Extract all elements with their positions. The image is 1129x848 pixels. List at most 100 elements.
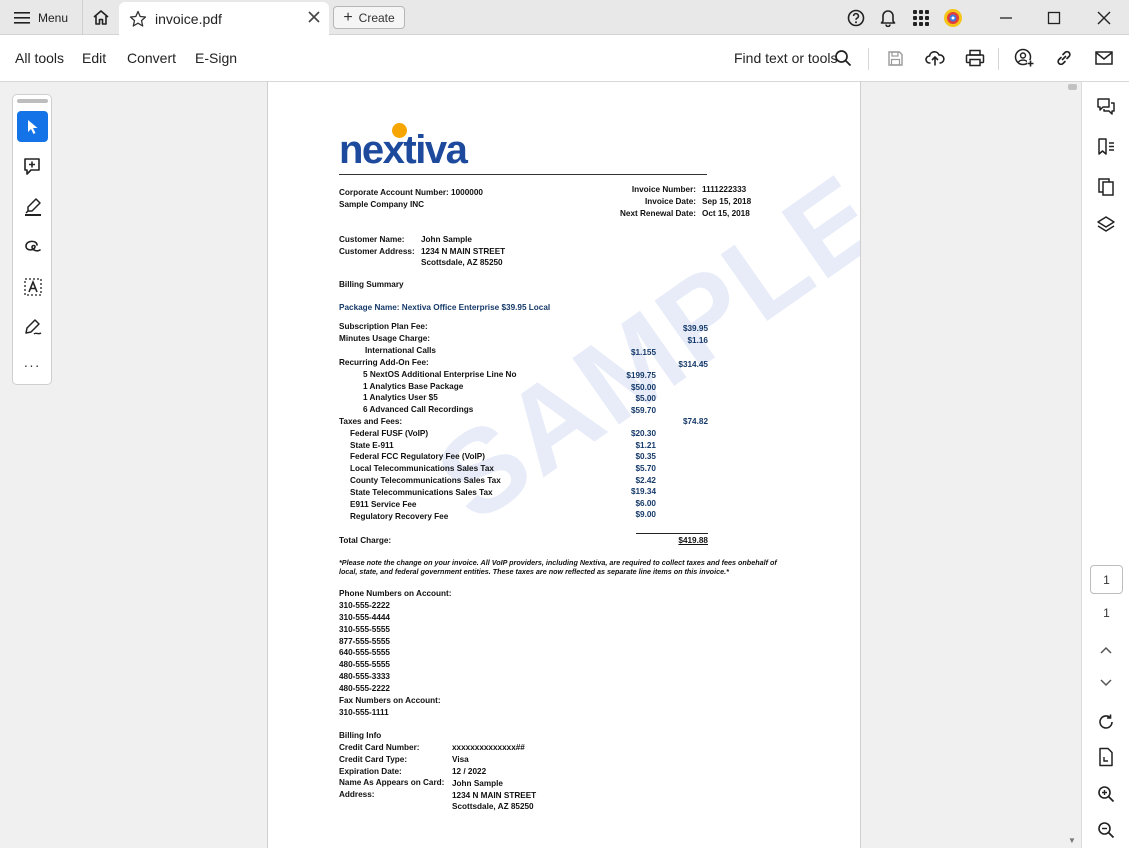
current-page-input[interactable]: 1 xyxy=(1090,565,1123,594)
add-user-icon xyxy=(1014,48,1034,67)
billing-info-value: Scottsdale, AZ 85250 xyxy=(452,802,534,811)
home-button[interactable] xyxy=(82,0,118,35)
header-rule xyxy=(339,174,707,175)
search-button[interactable] xyxy=(828,43,858,73)
select-tool-button[interactable] xyxy=(17,111,48,142)
charge-sub: $19.34 xyxy=(630,487,656,496)
charge-label: E911 Service Fee xyxy=(350,500,417,509)
next-page-button[interactable] xyxy=(1091,668,1121,698)
charge-sub: $5.70 xyxy=(635,464,657,473)
charge-sub: $199.75 xyxy=(626,371,656,380)
toolbar-divider xyxy=(998,48,999,70)
minimize-icon xyxy=(1000,16,1012,19)
create-button[interactable]: + Create xyxy=(333,6,405,29)
save-button[interactable] xyxy=(880,43,910,73)
more-tools-icon[interactable]: ··· xyxy=(13,357,51,373)
previous-page-button[interactable] xyxy=(1091,635,1121,665)
charge-label: Federal FUSF (VoIP) xyxy=(350,429,429,438)
charge-total: $314.45 xyxy=(678,360,708,369)
draw-tool-button[interactable] xyxy=(17,231,48,262)
menu-edit[interactable]: Edit xyxy=(82,35,106,82)
charge-sub: $1.21 xyxy=(635,441,657,450)
customer-address-line1: 1234 N MAIN STREET xyxy=(421,247,506,256)
upload-cloud-button[interactable] xyxy=(920,43,950,73)
plus-icon: + xyxy=(343,8,353,26)
charge-total: $1.16 xyxy=(687,336,709,345)
billing-info-value: 1234 N MAIN STREET xyxy=(452,791,537,800)
fax-number: 310-555-1111 xyxy=(339,708,389,717)
avatar-icon xyxy=(944,8,962,27)
phone-number: 877-555-5555 xyxy=(339,637,390,646)
maximize-button[interactable] xyxy=(1038,0,1070,35)
page-fit-icon xyxy=(1099,747,1113,767)
billing-info-label: Address: xyxy=(339,790,375,799)
right-sidebar: 1 1 xyxy=(1081,82,1129,848)
charge-label: Local Telecommunications Sales Tax xyxy=(350,464,494,473)
help-button[interactable] xyxy=(840,0,872,35)
zoom-in-button[interactable] xyxy=(1091,779,1121,809)
scroll-down-arrow-icon[interactable]: ▼ xyxy=(1068,836,1076,845)
menu-button[interactable]: Menu xyxy=(0,0,82,35)
text-box-tool-button[interactable] xyxy=(17,271,48,302)
print-button[interactable] xyxy=(960,43,990,73)
notifications-button[interactable] xyxy=(872,0,904,35)
menu-convert[interactable]: Convert xyxy=(127,35,176,82)
zoom-out-button[interactable] xyxy=(1091,815,1121,845)
customer-name-label: Customer Name: xyxy=(339,235,405,244)
vertical-scrollbar[interactable]: ▼ xyxy=(1064,82,1081,848)
phone-number: 640-555-5555 xyxy=(339,648,390,657)
profile-avatar[interactable] xyxy=(937,0,969,35)
apps-button[interactable] xyxy=(905,0,937,35)
highlight-tool-button[interactable] xyxy=(17,191,48,222)
charge-label: County Telecommunications Sales Tax xyxy=(350,476,501,485)
fill-sign-tool-button[interactable] xyxy=(17,311,48,342)
minimize-button[interactable] xyxy=(990,0,1022,35)
apps-grid-icon xyxy=(913,9,929,26)
scrollbar-thumb[interactable] xyxy=(1068,84,1077,90)
home-icon xyxy=(92,10,109,25)
charge-label: Recurring Add-On Fee: xyxy=(339,358,429,367)
pdf-page[interactable]: SAMPLE nextiva Corporate Account Number:… xyxy=(267,82,861,848)
save-icon xyxy=(887,50,903,66)
add-comment-tool-button[interactable] xyxy=(17,151,48,182)
total-charge-label: Total Charge: xyxy=(339,536,392,545)
toolbar-divider xyxy=(868,48,869,70)
customer-name: John Sample xyxy=(421,235,472,244)
menu-all-tools[interactable]: All tools xyxy=(15,35,64,82)
title-bar: Menu invoice.pdf + Create xyxy=(0,0,1129,35)
fit-page-button[interactable] xyxy=(1091,742,1121,772)
layers-panel-button[interactable] xyxy=(1091,210,1121,240)
company-name: Sample Company INC xyxy=(339,200,425,209)
fax-numbers-heading: Fax Numbers on Account: xyxy=(339,696,441,705)
charge-label: International Calls xyxy=(365,346,436,355)
package-name: Package Name: Nextiva Office Enterprise … xyxy=(339,303,551,312)
billing-info-label: Credit Card Number: xyxy=(339,743,420,752)
find-text-or-tools[interactable]: Find text or tools xyxy=(734,35,838,82)
bookmarks-panel-button[interactable] xyxy=(1091,132,1121,162)
email-button[interactable] xyxy=(1089,43,1119,73)
search-icon xyxy=(835,50,852,67)
close-window-button[interactable] xyxy=(1088,0,1120,35)
palette-drag-handle[interactable] xyxy=(17,99,48,103)
renewal-date-label: Next Renewal Date: xyxy=(620,209,696,218)
document-tab[interactable]: invoice.pdf xyxy=(119,2,329,35)
help-icon xyxy=(847,9,865,26)
phone-number: 310-555-5555 xyxy=(339,625,390,634)
comments-panel-button[interactable] xyxy=(1091,92,1121,122)
close-tab-icon[interactable] xyxy=(307,10,321,24)
charge-sub: $9.00 xyxy=(635,510,657,519)
share-with-people-button[interactable] xyxy=(1009,43,1039,73)
organize-pages-button[interactable] xyxy=(1091,172,1121,202)
menu-e-sign[interactable]: E-Sign xyxy=(195,35,237,82)
invoice-date-label: Invoice Date: xyxy=(645,197,696,206)
printer-icon xyxy=(965,49,985,67)
pen-sign-icon xyxy=(24,318,41,335)
menu-label: Menu xyxy=(38,10,69,25)
copy-link-button[interactable] xyxy=(1049,43,1079,73)
charge-label: State E-911 xyxy=(350,441,394,450)
rotate-view-button[interactable] xyxy=(1091,707,1121,737)
customer-address-label: Customer Address: xyxy=(339,247,415,256)
billing-info-label: Name As Appears on Card: xyxy=(339,778,445,787)
corporate-account: Corporate Account Number: 1000000 xyxy=(339,188,483,197)
star-icon[interactable] xyxy=(129,10,147,28)
